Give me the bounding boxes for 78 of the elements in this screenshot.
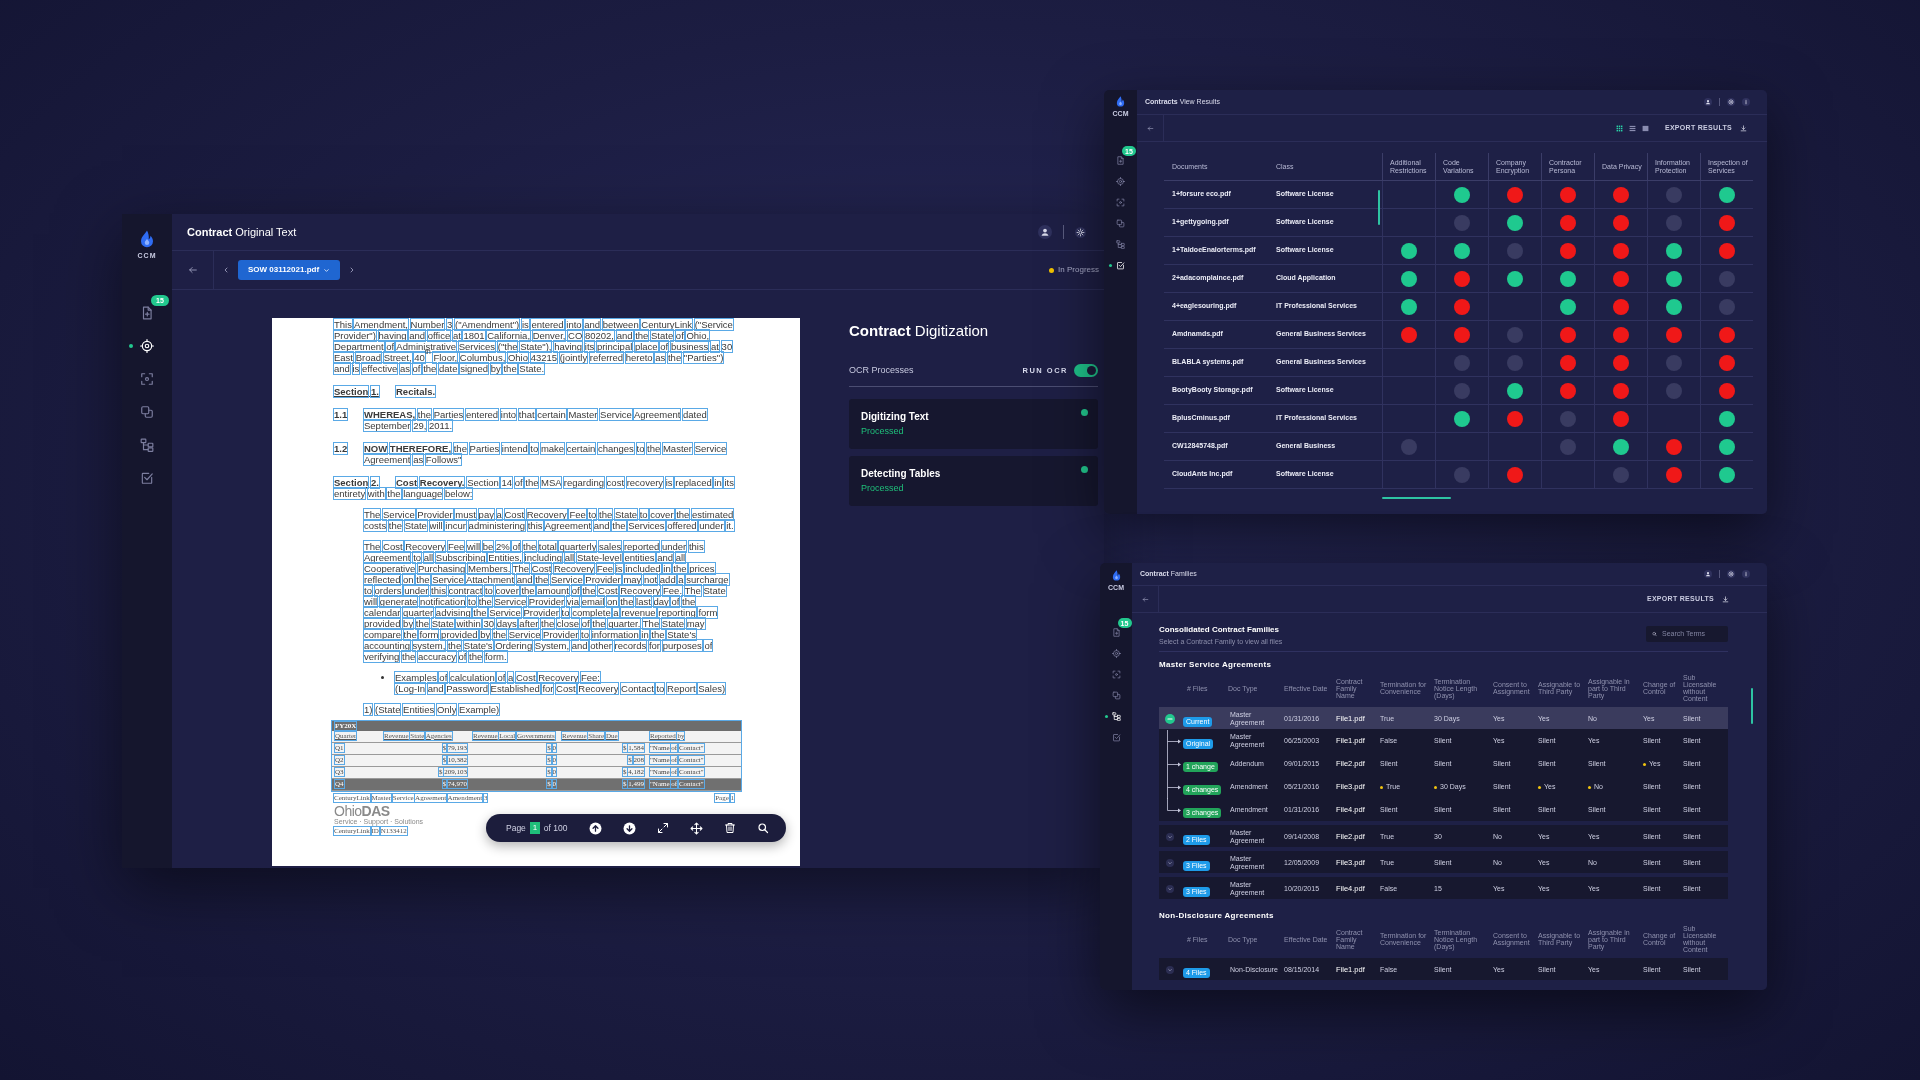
toggle-switch[interactable] <box>1074 364 1098 378</box>
checkbox-icon[interactable] <box>140 471 154 485</box>
page-label: Page <box>506 821 526 835</box>
section-text: Section 1. Recitals. <box>334 386 437 397</box>
scan-icon[interactable] <box>140 372 154 386</box>
search-icon <box>1652 631 1657 637</box>
file-dropdown[interactable]: SOW 03112021.pdf <box>238 260 340 280</box>
chevron-down-icon[interactable] <box>1166 833 1174 841</box>
clause-text: WHEREAS, the Parties entered into that certain Master Service Agreement dated September 29, 2011. <box>364 409 708 431</box>
user-icon[interactable] <box>1038 225 1052 239</box>
checkbox-icon[interactable] <box>1111 733 1121 742</box>
group-heading: Master Service Agreements <box>1159 660 1273 669</box>
paragraph-text: 1) (State Entities Only Example) <box>364 704 501 715</box>
clause-number: 1.2 <box>334 443 349 456</box>
copy-icon[interactable] <box>1116 219 1125 228</box>
process-status: Processed <box>861 481 904 494</box>
list-text: (Log-In and Password Established for Cost Recovery Contact to Report Sales) <box>395 683 726 694</box>
chevron-left-icon[interactable] <box>222 266 230 274</box>
download-icon <box>1722 595 1729 603</box>
grid-view-icon[interactable] <box>1615 124 1623 132</box>
settings-icon[interactable] <box>1727 98 1735 106</box>
chevron-down-icon[interactable] <box>1166 885 1174 893</box>
section-label: OCR Processes <box>849 364 914 377</box>
flame-logo-icon <box>138 229 156 249</box>
back-arrow-icon[interactable] <box>1141 595 1149 603</box>
hierarchy-icon[interactable] <box>1111 712 1121 721</box>
settings-icon[interactable] <box>1075 226 1086 238</box>
panel-title: Contract Digitization <box>849 322 990 340</box>
process-name: Digitizing Text <box>861 410 929 423</box>
paragraph-text: The Cost Recovery Fee will be 2% of the total quarterly sales reported under this Agreement to all Subscribing Entities, including all State-level entities and all Cooperative Purchasing Members. The Cost Recovery Fee is included in the prices reflected on the Service Attachment and the Service Provider may not add a surcharge to orders under this contract to cover the amount of the Cost Recovery Fee. The State will generate notification to the Service Provider via email on the last day of the calendar quarter advising the Service Provider to complete a revenue reporting form provided by the State within 30 days after the close of the quarter. The State may compare the form provided by the Service Provider to information in the State's accounting system, the State's Ordering System, and other records for purposes of verifying the accuracy of the form. <box>364 541 730 662</box>
settings-icon[interactable] <box>1727 570 1735 578</box>
search-icon[interactable] <box>756 822 769 834</box>
chevron-down-icon[interactable] <box>1166 859 1174 867</box>
section-text: Section 2. Cost Recovery. Section 14 of the MSA regarding cost recovery is replaced in its entirety with the language below: <box>334 477 734 499</box>
scrollbar-thumb[interactable] <box>1751 688 1753 724</box>
back-arrow-icon[interactable] <box>1146 124 1154 132</box>
process-name: Detecting Tables <box>861 467 941 480</box>
arrow-down-icon[interactable] <box>622 821 636 835</box>
flame-logo-icon <box>1110 569 1122 582</box>
trash-icon[interactable] <box>723 822 736 834</box>
status-text: In Progress <box>1058 264 1099 276</box>
group-heading: Non-Disclosure Agreements <box>1159 911 1275 920</box>
process-status: Processed <box>861 424 904 437</box>
user-icon[interactable] <box>1704 98 1712 106</box>
list-text: Examples of calculation of a Cost Recovery Fee: <box>395 672 601 683</box>
copy-icon[interactable] <box>1111 691 1121 700</box>
file-plus-icon[interactable] <box>1116 156 1125 165</box>
file-plus-icon[interactable] <box>140 306 154 320</box>
scan-icon[interactable] <box>1111 670 1121 679</box>
file-plus-icon[interactable] <box>1111 628 1121 637</box>
flame-logo-icon <box>1115 95 1126 108</box>
window-title: Contract Original Text <box>187 224 297 240</box>
expand-icon[interactable] <box>656 822 669 834</box>
clause-number: 1.1 <box>334 409 349 422</box>
logo-wordmark: OhioDAS <box>334 804 390 818</box>
page-total: of 100 <box>543 821 568 835</box>
info-icon[interactable] <box>1742 98 1750 106</box>
minus-circle-icon[interactable] <box>1165 714 1175 724</box>
copy-icon[interactable] <box>140 405 154 419</box>
move-icon[interactable] <box>689 821 703 835</box>
chevron-right-icon[interactable] <box>348 266 356 274</box>
card-view-icon[interactable] <box>1641 124 1649 132</box>
scan-icon[interactable] <box>1116 198 1125 207</box>
chevron-down-icon[interactable] <box>1166 966 1174 974</box>
bullet-icon <box>381 676 384 679</box>
info-icon[interactable] <box>1742 570 1750 578</box>
scrollbar-thumb[interactable] <box>1378 190 1380 225</box>
scrollbar-thumb[interactable] <box>1382 497 1451 499</box>
user-icon[interactable] <box>1704 570 1712 578</box>
back-arrow-icon[interactable] <box>187 265 198 275</box>
arrow-up-icon[interactable] <box>588 821 602 835</box>
download-icon <box>1740 124 1747 132</box>
list-view-icon[interactable] <box>1628 124 1636 132</box>
section-heading: Consolidated Contract Families <box>1159 625 1281 634</box>
tree-arrow-icon <box>1167 729 1181 753</box>
caret-down-icon <box>323 266 331 274</box>
clause-text: NOW THEREFORE, the Parties intend to make certain changes to the Master Service Agreement as Follows" <box>364 443 728 465</box>
tree-arrow-icon <box>1167 752 1181 776</box>
